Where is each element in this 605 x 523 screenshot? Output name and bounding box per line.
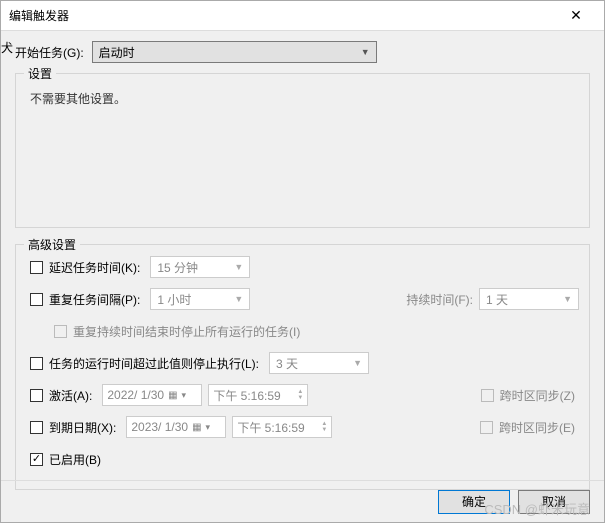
stop-exceed-row: 任务的运行时间超过此值则停止执行(L): 3 天 ▼ — [30, 351, 579, 375]
activate-time-value: 下午 5:16:59 — [213, 387, 280, 404]
chevron-down-icon: ▾ — [182, 390, 187, 401]
delay-row: 延迟任务时间(K): 15 分钟 ▼ — [30, 255, 579, 279]
expire-label: 到期日期(X): — [49, 419, 116, 436]
delay-checkbox[interactable] — [30, 261, 43, 274]
duration-group: 持续时间(F): 1 天 ▼ — [406, 288, 579, 310]
begin-task-label: 开始任务(G): — [15, 44, 84, 61]
stop-exceed-checkbox[interactable] — [30, 357, 43, 370]
activate-date-picker[interactable]: 2022/ 1/30 ▦ ▾ — [102, 384, 202, 406]
begin-task-dropdown[interactable]: 启动时 ▼ — [92, 41, 377, 63]
calendar-icon: ▦ — [192, 422, 201, 433]
repeat-label: 重复任务间隔(P): — [49, 291, 140, 308]
advanced-group: 高级设置 延迟任务时间(K): 15 分钟 ▼ 重复任务间隔(P): 1 小时 … — [15, 244, 590, 490]
begin-task-value: 启动时 — [99, 44, 135, 61]
tz-sync-z-group: 跨时区同步(Z) — [481, 387, 579, 404]
enabled-checkbox[interactable] — [30, 453, 43, 466]
tz-sync-z-checkbox — [481, 389, 494, 402]
enabled-label: 已启用(B) — [49, 451, 101, 468]
chevron-down-icon: ▾ — [206, 422, 211, 433]
content-area: 开始任务(G): 启动时 ▼ 设置 不需要其他设置。 高级设置 延迟任务时间(K… — [1, 31, 604, 522]
stop-repeat-row: 重复持续时间结束时停止所有运行的任务(I) — [30, 319, 579, 343]
expire-row: 到期日期(X): 2023/ 1/30 ▦ ▾ 下午 5:16:59 ▲▼ 跨时… — [30, 415, 579, 439]
stop-repeat-label: 重复持续时间结束时停止所有运行的任务(I) — [73, 323, 300, 340]
enabled-row: 已启用(B) — [30, 447, 579, 471]
tz-sync-e-label: 跨时区同步(E) — [499, 419, 575, 436]
ok-button[interactable]: 确定 — [438, 490, 510, 514]
repeat-combo[interactable]: 1 小时 ▼ — [150, 288, 250, 310]
stop-exceed-combo[interactable]: 3 天 ▼ — [269, 352, 369, 374]
settings-group-label: 设置 — [24, 65, 56, 82]
edge-char: 犬 — [1, 39, 13, 56]
expire-date-value: 2023/ 1/30 — [131, 420, 188, 434]
repeat-value: 1 小时 — [157, 291, 191, 308]
expire-date-picker[interactable]: 2023/ 1/30 ▦ ▾ — [126, 416, 226, 438]
expire-time-picker[interactable]: 下午 5:16:59 ▲▼ — [232, 416, 332, 438]
settings-group: 设置 不需要其他设置。 — [15, 73, 590, 228]
spinner-icon: ▲▼ — [321, 421, 327, 433]
stop-repeat-checkbox — [54, 325, 67, 338]
stop-exceed-label: 任务的运行时间超过此值则停止执行(L): — [49, 355, 259, 372]
delay-combo[interactable]: 15 分钟 ▼ — [150, 256, 250, 278]
duration-combo[interactable]: 1 天 ▼ — [479, 288, 579, 310]
duration-value: 1 天 — [486, 291, 508, 308]
cancel-button-label: 取消 — [542, 493, 566, 510]
activate-row: 激活(A): 2022/ 1/30 ▦ ▾ 下午 5:16:59 ▲▼ 跨时区同… — [30, 383, 579, 407]
ok-button-label: 确定 — [462, 493, 486, 510]
chevron-down-icon: ▼ — [234, 262, 243, 272]
expire-checkbox[interactable] — [30, 421, 43, 434]
advanced-group-label: 高级设置 — [24, 236, 80, 253]
spinner-icon: ▲▼ — [297, 389, 303, 401]
expire-time-value: 下午 5:16:59 — [237, 419, 304, 436]
close-button[interactable]: ✕ — [556, 2, 596, 30]
delay-label: 延迟任务时间(K): — [49, 259, 140, 276]
tz-sync-z-label: 跨时区同步(Z) — [500, 387, 575, 404]
activate-date-value: 2022/ 1/30 — [107, 388, 164, 402]
button-bar: 确定 取消 — [1, 480, 604, 522]
chevron-down-icon: ▼ — [234, 294, 243, 304]
chevron-down-icon: ▼ — [353, 358, 362, 368]
titlebar: 编辑触发器 ✕ — [1, 1, 604, 31]
duration-label: 持续时间(F): — [406, 291, 473, 308]
window-title: 编辑触发器 — [9, 7, 556, 24]
repeat-checkbox[interactable] — [30, 293, 43, 306]
close-icon: ✕ — [570, 7, 582, 24]
begin-task-row: 开始任务(G): 启动时 ▼ — [15, 41, 590, 63]
chevron-down-icon: ▼ — [563, 294, 572, 304]
repeat-row: 重复任务间隔(P): 1 小时 ▼ 持续时间(F): 1 天 ▼ — [30, 287, 579, 311]
delay-value: 15 分钟 — [157, 259, 198, 276]
tz-sync-e-checkbox — [480, 421, 493, 434]
activate-checkbox[interactable] — [30, 389, 43, 402]
activate-time-picker[interactable]: 下午 5:16:59 ▲▼ — [208, 384, 308, 406]
cancel-button[interactable]: 取消 — [518, 490, 590, 514]
tz-sync-e-group: 跨时区同步(E) — [480, 419, 579, 436]
calendar-icon: ▦ — [168, 390, 177, 401]
activate-label: 激活(A): — [49, 387, 92, 404]
stop-exceed-value: 3 天 — [276, 355, 298, 372]
dialog-window: 犬 编辑触发器 ✕ 开始任务(G): 启动时 ▼ 设置 不需要其他设置。 高级设… — [0, 0, 605, 523]
chevron-down-icon: ▼ — [361, 47, 370, 57]
settings-text: 不需要其他设置。 — [30, 84, 579, 113]
